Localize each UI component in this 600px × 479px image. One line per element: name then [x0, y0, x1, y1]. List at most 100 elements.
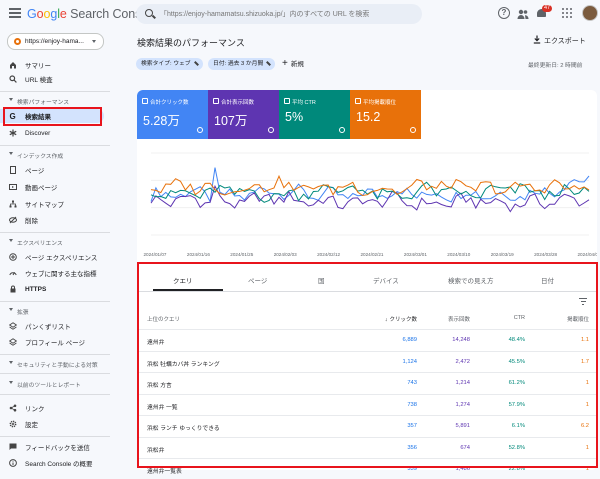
search-input[interactable]: [160, 7, 415, 21]
metric-value: 15.2: [356, 110, 381, 124]
sidebar-item-breadcrumbs[interactable]: パンくずリスト: [0, 319, 104, 333]
sidebar-item-settings[interactable]: 設定: [0, 417, 104, 431]
sidebar-item-label: 設定: [25, 422, 38, 429]
section-security[interactable]: セキュリティと手動による対策: [9, 360, 98, 369]
chip-label: 日付: 過去 3 か月間: [213, 61, 264, 67]
metric-label: 合計表示回数: [221, 100, 255, 106]
sidebar: https://enjoy-hama... サマリー URL 検査 検索パフォー…: [0, 28, 112, 470]
search-bar[interactable]: [136, 4, 422, 24]
divider: [0, 91, 110, 92]
people-icon[interactable]: [517, 7, 529, 19]
sidebar-item-page-experience[interactable]: ページ エクスペリエンス: [0, 250, 104, 264]
section-legacy[interactable]: 以前のツールとレポート: [9, 380, 81, 389]
divider: [0, 145, 110, 146]
gear-icon: [9, 420, 17, 428]
eye-off-icon: [9, 216, 17, 224]
x-tick-label: 2024/03/19: [491, 252, 514, 257]
sidebar-item-label: URL 検査: [25, 77, 53, 84]
divider: [0, 394, 110, 395]
edit-icon: [193, 61, 199, 66]
sidebar-item-url-inspection[interactable]: URL 検査: [0, 72, 104, 86]
x-tick-label: 2024/02/21: [361, 252, 384, 257]
sidebar-item-pages[interactable]: ページ: [0, 163, 104, 177]
series-line: [150, 174, 590, 197]
section-experience[interactable]: エクスペリエンス: [9, 238, 63, 247]
sidebar-item-label: リンク: [25, 406, 45, 413]
sidebar-item-video-pages[interactable]: 動画ページ: [0, 180, 104, 194]
metric-value: 5%: [285, 110, 304, 124]
search-icon: [9, 75, 17, 83]
sidebar-item-sitemaps[interactable]: サイトマップ: [0, 197, 104, 211]
section-enhancements[interactable]: 拡張: [9, 307, 29, 316]
sidebar-item-summary[interactable]: サマリー: [0, 58, 104, 72]
sidebar-item-profile-page[interactable]: プロフィール ページ: [0, 335, 104, 349]
sidebar-item-label: Discover: [25, 129, 51, 137]
checkbox-icon: [142, 98, 148, 104]
page-icon: [10, 166, 16, 174]
metric-tile-position[interactable]: 平均掲載順位 15.2: [350, 90, 421, 139]
help-icon[interactable]: ?: [498, 7, 510, 19]
asterisk-icon: [9, 129, 17, 137]
feedback-icon: [9, 443, 17, 450]
top-bar: Google Search Console ? 47: [0, 0, 600, 28]
filter-chip-date[interactable]: 日付: 過去 3 か月間: [208, 58, 276, 70]
filter-chip-search-type[interactable]: 検索タイプ: ウェブ: [136, 58, 203, 70]
section-index[interactable]: インデックス作成: [9, 151, 63, 160]
export-label: エクスポート: [544, 38, 586, 45]
metric-value: 107万: [214, 114, 248, 128]
divider: [0, 232, 110, 233]
sidebar-item-label: ページ: [25, 168, 45, 175]
divider: [0, 354, 110, 355]
x-tick-label: 2024/01/16: [187, 252, 210, 257]
apps-grid-icon[interactable]: [562, 8, 572, 18]
performance-card: 合計クリック数 5.28万 合計表示回数 107万 平均 CTR 5% 平均掲載…: [137, 90, 597, 268]
performance-chart[interactable]: 2024/01/07 2024/01/16 2024/01/25 2024/02/03…: [137, 147, 597, 268]
property-selector[interactable]: https://enjoy-hama...: [7, 33, 104, 50]
download-icon: [533, 35, 541, 44]
sidebar-item-label: Search Console の概要: [25, 461, 93, 468]
divider: [0, 301, 110, 302]
metric-tile-impressions[interactable]: 合計表示回数 107万: [208, 90, 279, 139]
video-icon: [9, 184, 17, 190]
x-tick-label: 2024/03/28: [534, 252, 557, 257]
notifications-badge: 47: [542, 5, 553, 12]
metric-tile-ctr[interactable]: 平均 CTR 5%: [279, 90, 350, 139]
sidebar-item-label: プロフィール ページ: [25, 340, 86, 347]
sidebar-item-label: ウェブに関する主な指標: [25, 271, 97, 278]
sidebar-item-core-web-vitals[interactable]: ウェブに関する主な指標: [0, 266, 104, 280]
sidebar-item-label: HTTPS: [25, 285, 47, 293]
notifications-icon[interactable]: 47: [536, 5, 553, 19]
highlight-box: [137, 262, 598, 468]
logo-google: G: [27, 7, 37, 21]
new-filter-button[interactable]: + 新規: [282, 58, 304, 71]
help-icon[interactable]: [339, 127, 345, 133]
sidebar-item-label: 削除: [25, 218, 38, 225]
x-tick-label: 2024/02/03: [274, 252, 297, 257]
help-icon[interactable]: [268, 127, 274, 133]
sidebar-item-feedback[interactable]: フィードバックを送信: [0, 440, 104, 454]
section-performance[interactable]: 検索パフォーマンス: [9, 97, 69, 106]
property-label: https://enjoy-hama...: [25, 38, 84, 45]
sidebar-item-label: サイトマップ: [25, 202, 64, 209]
last-updated: 最終更新日: 2 時間前: [528, 63, 583, 69]
avatar[interactable]: [582, 5, 598, 21]
sidebar-item-discover[interactable]: Discover: [0, 126, 104, 140]
divider: [0, 373, 110, 374]
help-icon[interactable]: [197, 127, 203, 133]
chevron-down-icon: [92, 40, 96, 43]
sidebar-item-removals[interactable]: 削除: [0, 213, 104, 227]
sidebar-item-label: サマリー: [25, 63, 51, 70]
new-label: 新規: [290, 61, 304, 68]
sidebar-item-links[interactable]: リンク: [0, 401, 104, 415]
checkbox-icon: [213, 98, 219, 104]
sidebar-item-about[interactable]: Search Console の概要: [0, 456, 104, 470]
layers-icon: [9, 322, 17, 330]
checkbox-icon: [355, 98, 361, 104]
export-button[interactable]: エクスポート: [533, 35, 586, 46]
divider: [0, 436, 110, 437]
help-icon[interactable]: [410, 127, 416, 133]
menu-icon[interactable]: [9, 8, 21, 18]
sidebar-item-https[interactable]: HTTPS: [0, 282, 104, 296]
x-tick-label: 2024/01/25: [230, 252, 253, 257]
metric-tile-clicks[interactable]: 合計クリック数 5.28万: [137, 90, 208, 139]
